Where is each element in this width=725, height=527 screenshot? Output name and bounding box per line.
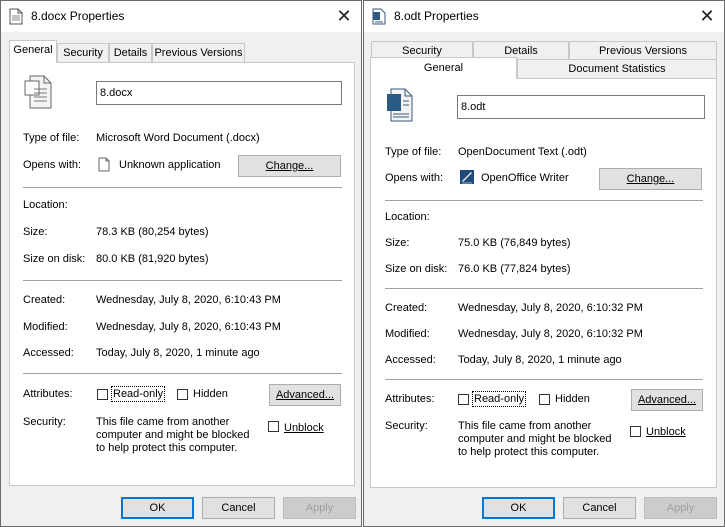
document-icon (9, 8, 23, 25)
title-bar[interactable]: 8.odt Properties ✕ (364, 1, 724, 32)
window-title: 8.docx Properties (31, 9, 125, 23)
size-on-disk-value: 76.0 KB (77,824 bytes) (458, 263, 571, 275)
read-only-checkbox[interactable] (97, 389, 108, 400)
read-only-label[interactable]: Read-only (471, 391, 527, 407)
general-panel: Type of file: OpenDocument Text (.odt) O… (370, 78, 717, 488)
modified-value: Wednesday, July 8, 2020, 6:10:32 PM (458, 328, 643, 340)
cancel-button[interactable]: Cancel (202, 497, 275, 519)
security-label: Security: (385, 420, 428, 432)
read-only-label[interactable]: Read-only (110, 386, 166, 402)
security-text: This file came from another computer and… (96, 416, 250, 454)
created-label: Created: (23, 294, 66, 306)
tab-security[interactable]: Security (57, 43, 109, 62)
cancel-button[interactable]: Cancel (563, 497, 636, 519)
modified-label: Modified: (385, 328, 430, 340)
apply-button[interactable]: Apply (283, 497, 356, 519)
tab-document-statistics[interactable]: Document Statistics (517, 59, 717, 78)
title-bar[interactable]: 8.docx Properties ✕ (1, 1, 361, 32)
hidden-label[interactable]: Hidden (555, 393, 590, 405)
odt-properties-dialog: 8.odt Properties ✕ Security Details Prev… (363, 0, 725, 527)
size-label: Size: (385, 237, 410, 249)
change-button-label: Change... (265, 160, 314, 172)
modified-label: Modified: (23, 321, 68, 333)
close-icon[interactable]: ✕ (333, 5, 355, 27)
advanced-button-label: Advanced... (275, 389, 335, 401)
accessed-value: Today, July 8, 2020, 1 minute ago (458, 354, 622, 366)
size-value: 78.3 KB (80,254 bytes) (96, 226, 209, 238)
location-label: Location: (23, 199, 68, 211)
opens-with-value: Unknown application (119, 159, 221, 171)
unblock-label[interactable]: Unblock (284, 422, 324, 434)
docx-properties-dialog: 8.docx Properties ✕ General Security Det… (0, 0, 362, 527)
divider (23, 373, 342, 374)
size-on-disk-label: Size on disk: (23, 253, 86, 265)
tab-previous-versions[interactable]: Previous Versions (152, 43, 245, 62)
type-of-file-value: Microsoft Word Document (.docx) (96, 132, 260, 144)
window-title: 8.odt Properties (394, 9, 479, 23)
opens-with-label: Opens with: (23, 159, 82, 171)
odt-file-icon (387, 88, 413, 122)
openoffice-writer-icon (460, 170, 474, 184)
opens-with-value: OpenOffice Writer (481, 172, 569, 184)
tab-general[interactable]: General (370, 57, 517, 79)
size-on-disk-value: 80.0 KB (81,920 bytes) (96, 253, 209, 265)
unblock-checkbox[interactable] (268, 421, 279, 432)
hidden-label[interactable]: Hidden (193, 388, 228, 400)
divider (385, 288, 703, 289)
type-of-file-label: Type of file: (385, 146, 442, 158)
ok-button[interactable]: OK (121, 497, 194, 519)
tab-details[interactable]: Details (109, 43, 152, 62)
attributes-label: Attributes: (385, 393, 435, 405)
apply-button[interactable]: Apply (644, 497, 717, 519)
location-label: Location: (385, 211, 430, 223)
change-button[interactable]: Change... (599, 168, 702, 190)
tab-previous-versions[interactable]: Previous Versions (569, 41, 717, 59)
hidden-checkbox[interactable] (539, 394, 550, 405)
divider (385, 379, 703, 380)
odt-file-icon (372, 8, 386, 25)
accessed-label: Accessed: (385, 354, 436, 366)
divider (23, 187, 342, 188)
unblock-label[interactable]: Unblock (646, 426, 686, 438)
size-on-disk-label: Size on disk: (385, 263, 448, 275)
opens-with-label: Opens with: (385, 172, 444, 184)
divider (385, 200, 703, 201)
attributes-label: Attributes: (23, 388, 73, 400)
accessed-value: Today, July 8, 2020, 1 minute ago (96, 347, 260, 359)
size-label: Size: (23, 226, 48, 238)
security-label: Security: (23, 416, 66, 428)
modified-value: Wednesday, July 8, 2020, 6:10:43 PM (96, 321, 281, 333)
hidden-checkbox[interactable] (177, 389, 188, 400)
file-name-input[interactable] (457, 95, 705, 119)
file-name-input[interactable] (96, 81, 342, 105)
change-button-label: Change... (626, 173, 675, 185)
blank-page-icon (98, 157, 110, 172)
change-button[interactable]: Change... (238, 155, 341, 177)
divider (23, 280, 342, 281)
unblock-checkbox[interactable] (630, 426, 641, 437)
docx-file-icon (24, 75, 52, 109)
ok-button[interactable]: OK (482, 497, 555, 519)
advanced-button[interactable]: Advanced... (269, 384, 341, 406)
accessed-label: Accessed: (23, 347, 74, 359)
created-label: Created: (385, 302, 428, 314)
created-value: Wednesday, July 8, 2020, 6:10:43 PM (96, 294, 281, 306)
read-only-checkbox[interactable] (458, 394, 469, 405)
advanced-button[interactable]: Advanced... (631, 389, 703, 411)
type-of-file-label: Type of file: (23, 132, 80, 144)
security-text: This file came from another computer and… (458, 420, 612, 458)
tab-general[interactable]: General (9, 40, 57, 63)
close-icon[interactable]: ✕ (696, 5, 718, 27)
advanced-button-label: Advanced... (637, 394, 697, 406)
created-value: Wednesday, July 8, 2020, 6:10:32 PM (458, 302, 643, 314)
type-of-file-value: OpenDocument Text (.odt) (458, 146, 587, 158)
general-panel: Type of file: Microsoft Word Document (.… (9, 62, 355, 486)
size-value: 75.0 KB (76,849 bytes) (458, 237, 571, 249)
